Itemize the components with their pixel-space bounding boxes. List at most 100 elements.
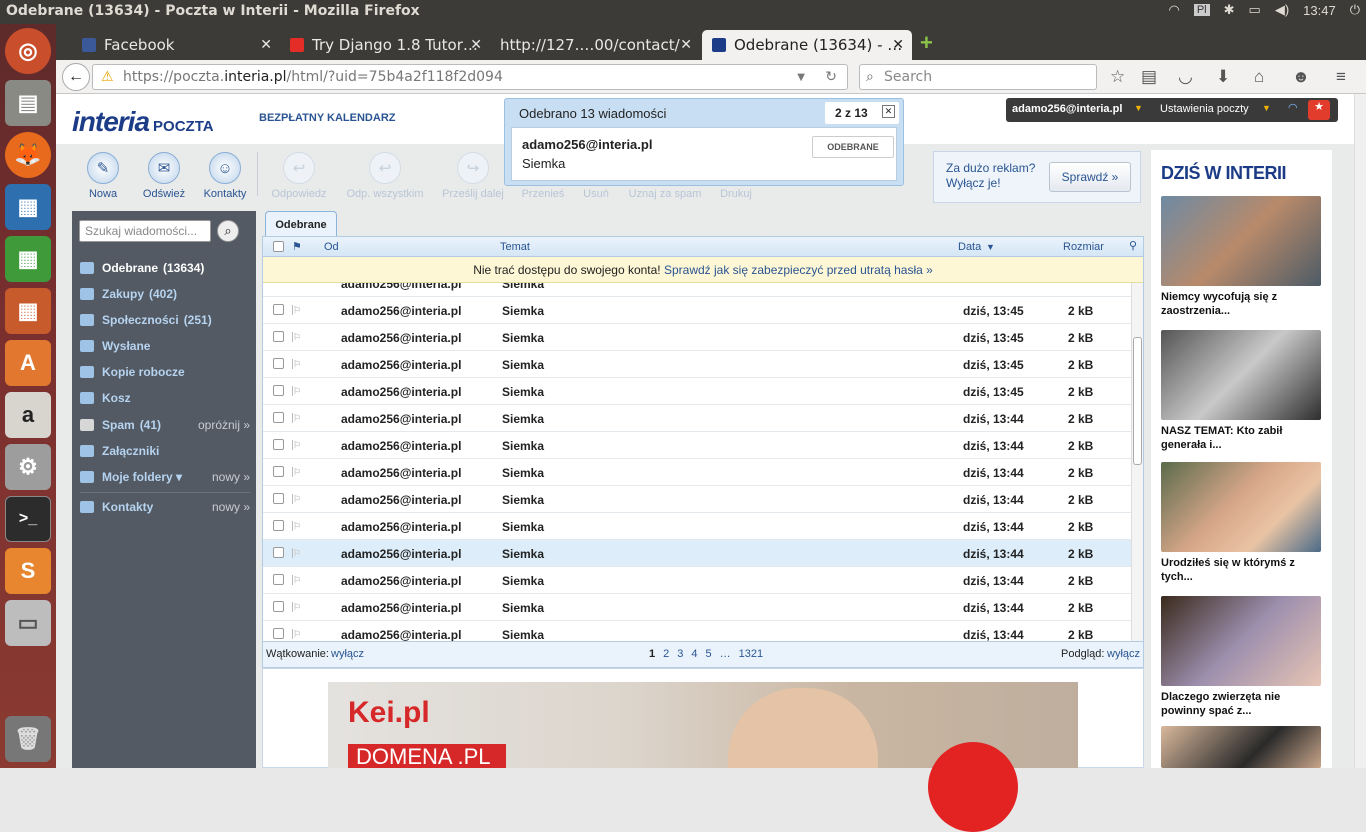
page-link-last[interactable]: 1321	[739, 648, 763, 660]
settings-link[interactable]: Ustawienia poczty	[1160, 103, 1249, 115]
news-item[interactable]	[1161, 726, 1321, 768]
reply-all-button[interactable]: ↩ Odp. wszystkim	[342, 152, 428, 200]
select-all-checkbox[interactable]	[273, 241, 284, 252]
volume-icon[interactable]: ◀)	[1275, 2, 1289, 18]
tab-contact[interactable]: http://127.…00/contact/ ✕	[490, 30, 700, 60]
sublime-icon[interactable]: S	[5, 548, 51, 594]
check-button[interactable]: Sprawdź »	[1049, 162, 1131, 192]
tab-facebook[interactable]: Facebook ✕	[72, 30, 280, 60]
folder-spam[interactable]: Spam (41) opróżnij »	[80, 415, 250, 435]
folder-contacts[interactable]: Kontakty nowy »	[80, 497, 250, 517]
table-row[interactable]: ⚐ adamo256@interia.pl Siemka dziś, 13:44 2 k…	[263, 621, 1131, 641]
column-subject[interactable]: Temat	[500, 241, 530, 253]
reload-icon[interactable]: ↻	[825, 69, 837, 85]
column-from[interactable]: Od	[324, 241, 339, 253]
folder-attachments[interactable]: Załączniki	[80, 441, 250, 461]
calc-icon[interactable]: ▦	[5, 236, 51, 282]
table-row[interactable]: ⚐ adamo256@interia.pl Siemka dziś, 13:44 2 k…	[263, 405, 1131, 432]
news-item[interactable]: Niemcy wycofują się z zaostrzenia...	[1161, 196, 1321, 318]
flag-icon[interactable]: ⚐	[292, 494, 301, 504]
flag-icon[interactable]: ⚐	[292, 359, 301, 369]
refresh-button[interactable]: ✉ Odśwież	[142, 152, 186, 200]
row-checkbox[interactable]	[273, 412, 284, 423]
tab-inbox[interactable]: Odebrane	[265, 211, 337, 237]
folder-my-folders[interactable]: Moje foldery ▾ nowy »	[80, 467, 250, 487]
flag-icon[interactable]: ⚐	[292, 440, 301, 450]
pocket-icon[interactable]: ◡	[1178, 67, 1193, 87]
chevron-down-icon[interactable]: ▼	[1134, 103, 1143, 113]
chat-icon[interactable]: ☻	[1292, 67, 1310, 87]
close-icon[interactable]: ✕	[882, 105, 895, 118]
warning-link[interactable]: Sprawdź jak się zabezpieczyć przed utrat…	[664, 263, 933, 277]
trash-icon[interactable]: 🗑	[5, 716, 51, 762]
page-link[interactable]: 5	[706, 648, 712, 660]
table-row[interactable]: ⚐ adamo256@interia.pl Siemka dziś, 13:44 2 k…	[263, 540, 1131, 567]
flag-icon[interactable]: ⚐	[292, 521, 301, 531]
files-icon[interactable]: ▤	[5, 80, 51, 126]
table-row[interactable]: ⚐ adamo256@interia.pl Siemka dziś, 13:44 2 k…	[263, 513, 1131, 540]
table-row[interactable]: ⚐ adamo256@interia.pl Siemka dziś, 13:45 2 k…	[263, 324, 1131, 351]
keyboard-layout-icon[interactable]: Pl	[1193, 4, 1210, 16]
kei-advertisement[interactable]: Kei.pl DOMENA .PL	[328, 682, 1078, 832]
flag-icon[interactable]: ⚐	[292, 467, 301, 477]
amazon-icon[interactable]: a	[5, 392, 51, 438]
impress-icon[interactable]: ▦	[5, 288, 51, 334]
close-icon[interactable]: ✕	[680, 37, 692, 53]
empty-spam-link[interactable]: opróżnij »	[198, 418, 250, 432]
news-heading[interactable]: DZIŚ W INTERII	[1161, 163, 1287, 184]
new-tab-icon[interactable]: +	[920, 30, 933, 56]
close-icon[interactable]: ✕	[470, 37, 482, 53]
calendar-link[interactable]: BEZPŁATNY KALENDARZ	[259, 112, 395, 124]
firefox-icon[interactable]: 🦊	[5, 132, 51, 178]
chevron-down-icon[interactable]: ▼	[1262, 103, 1271, 113]
table-row[interactable]: ⚐ adamo256@interia.pl Siemka dziś, 13:44 2 k…	[263, 459, 1131, 486]
table-row[interactable]: ⚐ adamo256@interia.pl Siemka dziś, 13:44 2 k…	[263, 594, 1131, 621]
news-item[interactable]: Dlaczego zwierzęta nie powinny spać z...	[1161, 596, 1321, 718]
row-checkbox[interactable]	[273, 331, 284, 342]
table-row[interactable]: ⚐ adamo256@interia.pl Siemka dziś, 13:44 2 k…	[263, 567, 1131, 594]
row-checkbox[interactable]	[273, 574, 284, 585]
search-input[interactable]: ⌕ Search	[859, 64, 1097, 90]
flag-icon[interactable]: ⚐	[292, 386, 301, 396]
folder-drafts[interactable]: Kopie robocze	[80, 362, 250, 382]
clock[interactable]: 13:47	[1303, 3, 1336, 18]
list-scrollbar[interactable]	[1131, 283, 1143, 641]
dropdown-icon[interactable]: ▼	[797, 72, 805, 83]
table-row[interactable]: ⚐ adamo256@interia.pl Siemka dziś, 13:45 2 k…	[263, 297, 1131, 324]
drive-icon[interactable]: ▭	[5, 600, 51, 646]
row-checkbox[interactable]	[273, 493, 284, 504]
user-email[interactable]: adamo256@interia.pl	[1012, 103, 1122, 115]
preview-toggle-link[interactable]: wyłącz	[1107, 648, 1140, 660]
column-date[interactable]: Data	[958, 241, 981, 253]
download-icon[interactable]: ⬇	[1216, 67, 1230, 87]
new-folder-link[interactable]: nowy »	[212, 470, 250, 484]
flag-icon[interactable]: ⚐	[292, 413, 301, 423]
row-checkbox[interactable]	[273, 628, 284, 639]
flag-icon[interactable]: ⚐	[292, 548, 301, 558]
power-icon[interactable]: ⏻	[1350, 2, 1360, 18]
wifi-icon[interactable]: ◠	[1169, 2, 1180, 18]
folder-sent[interactable]: Wysłane	[80, 336, 250, 356]
flag-column-icon[interactable]: ⚑	[292, 240, 302, 253]
inbox-button[interactable]: ODEBRANE	[812, 136, 894, 158]
flag-icon[interactable]: ⚐	[292, 305, 301, 315]
menu-icon[interactable]: ≡	[1336, 67, 1346, 87]
row-checkbox[interactable]	[273, 385, 284, 396]
flag-icon[interactable]: ⚐	[292, 575, 301, 585]
page-link[interactable]: 2	[663, 648, 669, 660]
notification-item[interactable]: adamo256@interia.pl Siemka ODEBRANE	[511, 127, 897, 181]
filter-icon[interactable]: ⚲	[1129, 239, 1137, 252]
scroll-thumb[interactable]	[1133, 337, 1142, 465]
close-icon[interactable]: ✕	[260, 37, 272, 53]
close-icon[interactable]: ✕	[892, 37, 904, 53]
folder-inbox[interactable]: Odebrane (13634)	[80, 258, 250, 278]
back-button[interactable]: ←	[62, 63, 90, 91]
ubuntu-home-icon[interactable]: ◎	[5, 28, 51, 74]
writer-icon[interactable]: ▦	[5, 184, 51, 230]
news-item[interactable]: NASZ TEMAT: Kto zabił generała i...	[1161, 330, 1321, 452]
new-contact-link[interactable]: nowy »	[212, 500, 250, 514]
column-size[interactable]: Rozmiar	[1063, 241, 1104, 253]
folder-shopping[interactable]: Zakupy (402)	[80, 284, 250, 304]
terminal-icon[interactable]: >_	[5, 496, 51, 542]
row-checkbox[interactable]	[273, 466, 284, 477]
